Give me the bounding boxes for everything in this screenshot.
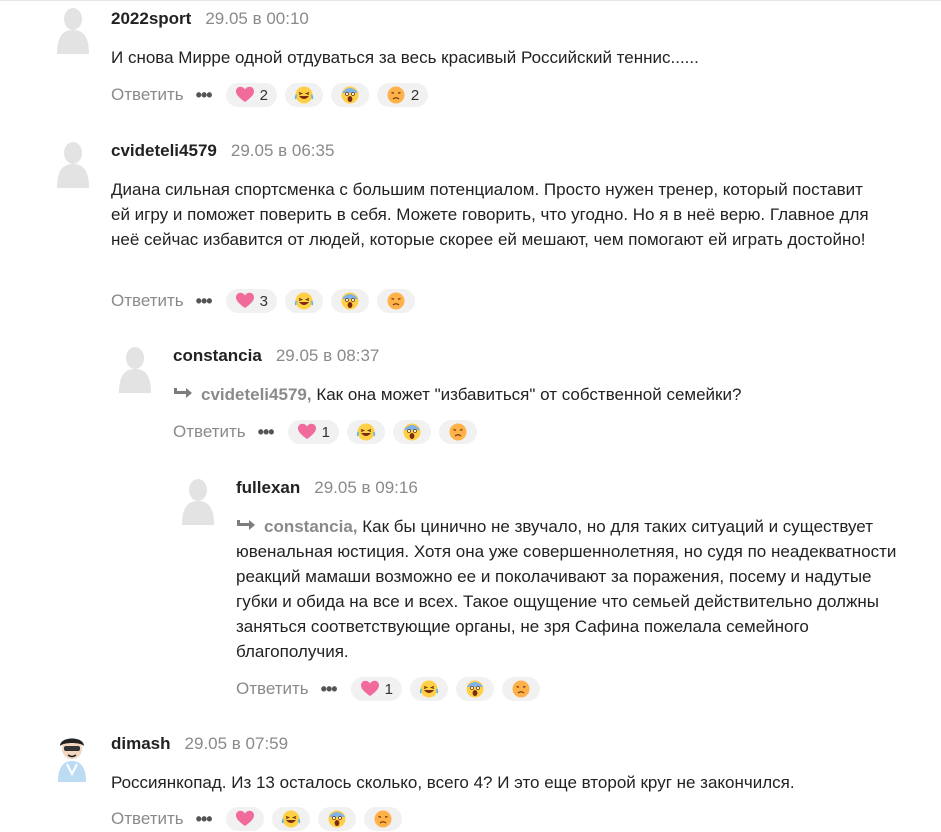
reaction-love-button[interactable]: [225, 807, 264, 831]
laugh-emoji-icon: [419, 679, 439, 699]
more-options-button[interactable]: •••: [196, 291, 213, 312]
comment-text: Россиянкопад. Из 13 осталось сколько, вс…: [111, 773, 795, 792]
reaction-sad-button[interactable]: [376, 289, 415, 313]
reaction-laugh-button[interactable]: [271, 807, 310, 831]
reply-button[interactable]: Ответить: [111, 85, 184, 105]
reply-arrow-icon: [236, 519, 256, 533]
reaction-shock-button[interactable]: [392, 420, 431, 444]
reaction-laugh-button[interactable]: [409, 677, 448, 701]
top-divider: [0, 0, 941, 1]
reaction-love-button[interactable]: 2: [225, 83, 277, 107]
shock-emoji-icon: [340, 85, 360, 105]
reaction-sad-button[interactable]: [363, 807, 402, 831]
user-avatar-icon[interactable]: [180, 477, 216, 525]
comment-time[interactable]: 29.05 в 00:10: [205, 9, 309, 29]
comment-author[interactable]: constancia: [173, 346, 262, 366]
comment-time[interactable]: 29.05 в 09:16: [314, 478, 418, 498]
shock-emoji-icon: [465, 679, 485, 699]
reaction-count: 2: [259, 86, 268, 104]
reaction-laugh-button[interactable]: [284, 83, 323, 107]
comment-text: Диана сильная спортсменка с большим поте…: [111, 180, 869, 249]
reaction-love-button[interactable]: 1: [287, 420, 339, 444]
laugh-emoji-icon: [356, 422, 376, 442]
comment-author[interactable]: fullexan: [236, 478, 300, 498]
shock-emoji-icon: [327, 809, 347, 829]
more-options-button[interactable]: •••: [196, 85, 213, 106]
more-options-button[interactable]: •••: [258, 422, 275, 443]
reaction-sad-button[interactable]: 2: [376, 83, 429, 107]
sad-emoji-icon: [373, 809, 393, 829]
reply-to-author[interactable]: constancia,: [264, 517, 358, 536]
reaction-count: 1: [384, 680, 393, 698]
reply-button[interactable]: Ответить: [173, 422, 246, 442]
reaction-shock-button[interactable]: [330, 289, 369, 313]
sad-emoji-icon: [386, 291, 406, 311]
comment-time[interactable]: 29.05 в 07:59: [185, 734, 289, 754]
sad-emoji-icon: [511, 679, 531, 699]
heart-icon: [235, 85, 255, 105]
comment-author[interactable]: cvideteli4579: [111, 141, 217, 161]
reply-button[interactable]: Ответить: [236, 679, 309, 699]
reaction-love-button[interactable]: 3: [225, 289, 277, 313]
heart-icon: [235, 291, 255, 311]
reaction-count: 3: [259, 292, 268, 310]
shock-emoji-icon: [402, 422, 422, 442]
comment-time[interactable]: 29.05 в 08:37: [276, 346, 380, 366]
comment-text: И снова Мирре одной отдуваться за весь к…: [111, 48, 699, 67]
heart-icon: [297, 422, 317, 442]
sad-emoji-icon: [448, 422, 468, 442]
reply-to-author[interactable]: cvideteli4579,: [201, 385, 312, 404]
more-options-button[interactable]: •••: [321, 679, 338, 700]
user-avatar-icon[interactable]: [54, 734, 90, 782]
reaction-shock-button[interactable]: [455, 677, 494, 701]
shock-emoji-icon: [340, 291, 360, 311]
sad-emoji-icon: [386, 85, 406, 105]
comment-time[interactable]: 29.05 в 06:35: [231, 141, 335, 161]
reaction-count: 2: [410, 86, 420, 104]
reaction-shock-button[interactable]: [317, 807, 356, 831]
reply-button[interactable]: Ответить: [111, 291, 184, 311]
reaction-laugh-button[interactable]: [284, 289, 323, 313]
heart-icon: [235, 809, 255, 829]
reaction-count: 1: [321, 423, 330, 441]
laugh-emoji-icon: [294, 291, 314, 311]
more-options-button[interactable]: •••: [196, 809, 213, 830]
reply-button[interactable]: Ответить: [111, 809, 184, 829]
reply-arrow-icon: [173, 387, 193, 401]
heart-icon: [360, 679, 380, 699]
reaction-laugh-button[interactable]: [346, 420, 385, 444]
comment-author[interactable]: dimash: [111, 734, 171, 754]
reaction-sad-button[interactable]: [501, 677, 540, 701]
comment-text: Как бы цинично не звучало, но для таких …: [236, 517, 897, 661]
comment-text: Как она может "избавиться" от собственно…: [316, 385, 742, 404]
comment-text-block: cvideteli4579, Как она может "избавиться…: [173, 382, 893, 407]
reaction-sad-button[interactable]: [438, 420, 477, 444]
reaction-shock-button[interactable]: [330, 83, 369, 107]
comment-text-block: constancia, Как бы цинично не звучало, н…: [236, 514, 908, 664]
reaction-love-button[interactable]: 1: [350, 677, 402, 701]
laugh-emoji-icon: [294, 85, 314, 105]
laugh-emoji-icon: [281, 809, 301, 829]
user-avatar-icon[interactable]: [55, 140, 91, 188]
user-avatar-icon[interactable]: [55, 6, 91, 54]
comment-author[interactable]: 2022sport: [111, 9, 191, 29]
user-avatar-icon[interactable]: [117, 345, 153, 393]
